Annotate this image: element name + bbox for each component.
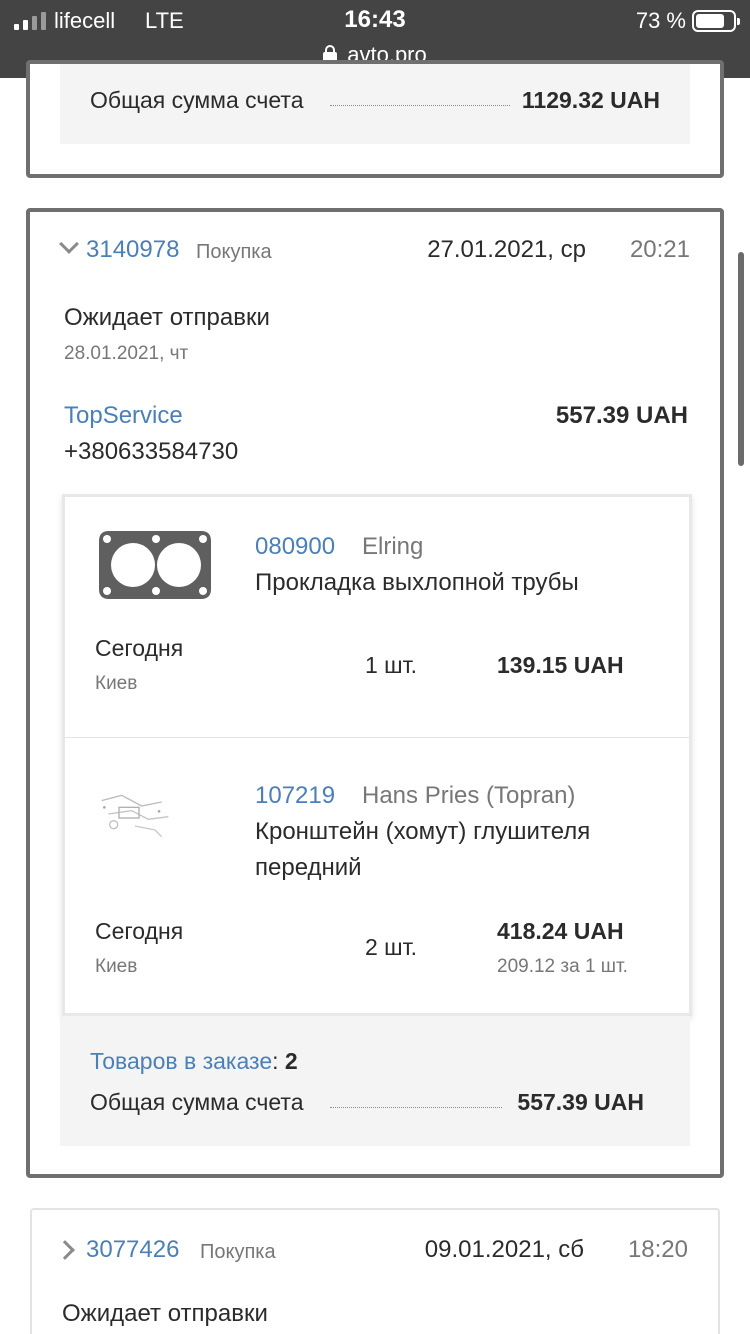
order-type: Покупка — [196, 241, 272, 263]
order-item[interactable]: 080900 Elring Прокладка выхлопной трубы … — [65, 497, 689, 737]
chevron-right-icon[interactable] — [55, 1240, 75, 1260]
bracket-diagram-image — [95, 787, 175, 841]
item-qty: 2 шт. — [365, 934, 418, 960]
order-date: 09.01.2021, сб — [424, 1236, 584, 1263]
gasket-image — [99, 531, 211, 599]
item-price: 418.24 UAH — [497, 918, 624, 944]
order-time: 20:21 — [629, 236, 690, 263]
order-card-previous[interactable]: Общая сумма счета 1129.32 UAH — [26, 60, 724, 178]
leader-dots — [330, 105, 510, 106]
total-value: 557.39 UAH — [517, 1089, 644, 1115]
battery-icon — [692, 10, 740, 32]
item-code-link[interactable]: 107219 — [255, 782, 335, 810]
item-code-link[interactable]: 080900 — [255, 533, 335, 561]
item-name[interactable]: Кронштейн (хомут) глушителя передний — [255, 814, 665, 886]
chevron-down-icon[interactable] — [59, 234, 79, 254]
item-name[interactable]: Прокладка выхлопной трубы — [255, 565, 665, 601]
total-label: Общая сумма счета — [90, 87, 306, 114]
item-unit-price: 209.12 за 1 шт. — [497, 956, 628, 977]
order-card[interactable]: 3077426 Покупка 09.01.2021, сб 18:20 Ожи… — [30, 1208, 720, 1334]
total-row: Общая сумма счета 557.39 UAH — [90, 1086, 644, 1116]
item-brand: Hans Pries (Topran) — [362, 782, 576, 809]
order-time: 18:20 — [627, 1236, 688, 1263]
total-row: Общая сумма счета 1129.32 UAH — [90, 84, 660, 114]
order-number[interactable]: 3077426 — [86, 1236, 179, 1264]
order-type: Покупка — [200, 1241, 276, 1263]
seller-link[interactable]: TopService — [64, 402, 183, 430]
item-delivery: Сегодня — [95, 635, 184, 661]
total-value: 1129.32 UAH — [521, 87, 660, 113]
order-total: 557.39 UAH — [555, 402, 688, 429]
battery-percent: 73 % — [635, 8, 686, 33]
items-count-row: Товаров в заказе: 2 — [90, 1048, 298, 1074]
status-date: 28.01.2021, чт — [64, 343, 189, 364]
order-header[interactable]: 3077426 Покупка 09.01.2021, сб 18:20 — [55, 1234, 688, 1270]
item-delivery: Сегодня — [95, 918, 184, 944]
order-status: Ожидает отправки — [62, 1300, 268, 1327]
order-status: Ожидает отправки — [64, 304, 270, 331]
order-number[interactable]: 3140978 — [86, 236, 179, 264]
item-brand: Elring — [362, 533, 424, 560]
item-price: 139.15 UAH — [497, 652, 624, 678]
items-count-value: 2 — [284, 1048, 298, 1074]
order-header[interactable]: 3140978 Покупка 27.01.2021, ср 20:21 — [59, 234, 690, 270]
scrollbar-thumb[interactable] — [738, 252, 744, 466]
order-date: 27.01.2021, ср — [427, 236, 586, 263]
leader-dots — [330, 1107, 502, 1108]
item-city: Киев — [95, 673, 138, 694]
order-item[interactable]: 107219 Hans Pries (Topran) Кронштейн (хо… — [65, 738, 689, 1016]
total-label: Общая сумма счета — [90, 1089, 306, 1116]
order-card[interactable]: 3140978 Покупка 27.01.2021, ср 20:21 Ожи… — [26, 208, 724, 1178]
order-summary: Товаров в заказе: 2 Общая сумма счета 55… — [60, 1016, 690, 1146]
seller-phone[interactable]: +380633584730 — [64, 438, 238, 466]
order-items: 080900 Elring Прокладка выхлопной трубы … — [62, 494, 692, 1016]
items-count-label: Товаров в заказе — [90, 1048, 273, 1074]
item-qty: 1 шт. — [365, 652, 418, 678]
item-city: Киев — [95, 956, 138, 977]
order-summary: Общая сумма счета 1129.32 UAH — [60, 64, 690, 144]
